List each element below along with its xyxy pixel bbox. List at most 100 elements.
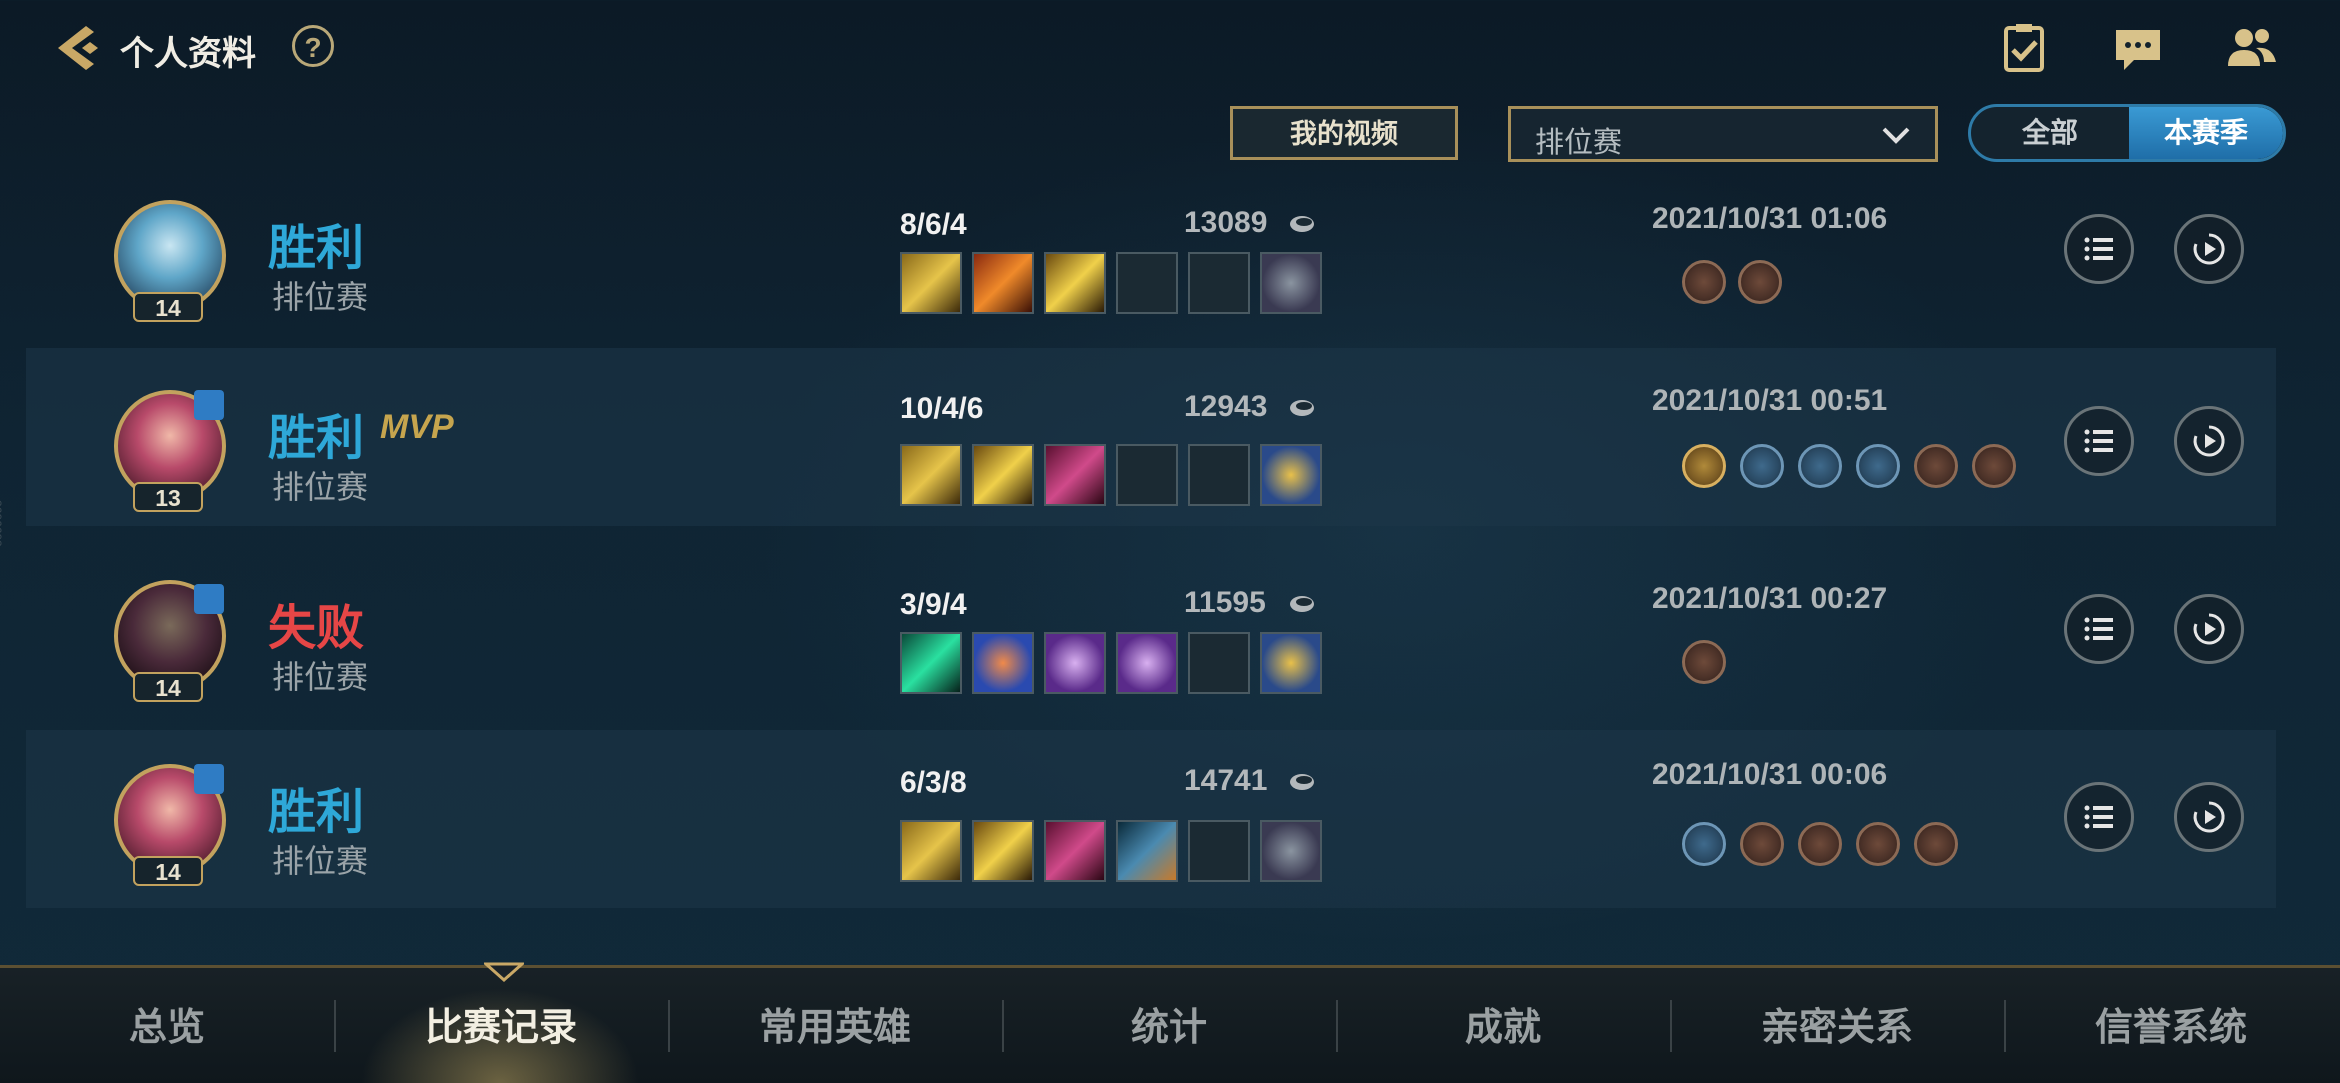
item-slot[interactable] — [1116, 820, 1178, 882]
chevron-down-icon — [1882, 127, 1910, 144]
empty-item-slot[interactable] — [1188, 252, 1250, 314]
item-slot[interactable] — [1044, 820, 1106, 882]
badge-icon[interactable] — [1798, 444, 1842, 488]
mode-select-value: 排位赛 — [1535, 127, 1623, 159]
replay-icon — [2193, 233, 2225, 265]
item-slot[interactable] — [972, 252, 1034, 314]
ward-item-slot[interactable] — [1260, 820, 1322, 882]
item-slot[interactable] — [972, 820, 1034, 882]
ward-item-slot[interactable] — [1260, 252, 1322, 314]
badge-icon[interactable] — [1682, 640, 1726, 684]
tab-divider — [2004, 1000, 2006, 1052]
tab-honor-system[interactable]: 信誉系统 — [2021, 996, 2321, 1056]
gold-amount: 14741 — [1184, 764, 1268, 797]
side-watermark: 3606603 — [0, 500, 4, 547]
tab-achievements[interactable]: 成就 — [1353, 996, 1653, 1056]
badge-icon[interactable] — [1856, 444, 1900, 488]
tab-overview[interactable]: 总览 — [17, 996, 317, 1056]
match-details-button[interactable] — [2064, 214, 2134, 284]
segment-this-season[interactable]: 本赛季 — [2129, 107, 2283, 159]
gold-amount: 11595 — [1184, 586, 1266, 619]
item-slot[interactable] — [900, 252, 962, 314]
badge-icon[interactable] — [1682, 260, 1726, 304]
tab-divider — [1336, 1000, 1338, 1052]
replay-icon — [2193, 613, 2225, 645]
match-details-button[interactable] — [2064, 406, 2134, 476]
replay-icon — [2193, 425, 2225, 457]
empty-item-slot[interactable] — [1116, 444, 1178, 506]
empty-item-slot[interactable] — [1188, 444, 1250, 506]
match-row[interactable]: 13 胜利 MVP 排位赛 10/4/6 12943 2021/10/31 00… — [26, 348, 2276, 526]
champion-level: 13 — [133, 482, 203, 512]
tab-statistics[interactable]: 统计 — [1019, 996, 1319, 1056]
match-details-button[interactable] — [2064, 782, 2134, 852]
item-slot[interactable] — [1044, 632, 1106, 694]
match-date: 2021/10/31 01:06 — [1652, 202, 1888, 235]
item-slot[interactable] — [900, 632, 962, 694]
match-row[interactable]: 14 胜利 排位赛 6/3/8 14741 2021/10/31 00:06 — [26, 730, 2276, 908]
top-bar: 个人资料 ? — [0, 0, 2340, 100]
match-details-button[interactable] — [2064, 594, 2134, 664]
chat-icon[interactable] — [2112, 22, 2164, 74]
item-slot[interactable] — [900, 444, 962, 506]
badge-icon[interactable] — [1738, 260, 1782, 304]
my-video-button[interactable]: 我的视频 — [1230, 106, 1458, 160]
party-icon — [194, 584, 224, 614]
mode-select[interactable]: 排位赛 — [1508, 106, 1938, 162]
match-date: 2021/10/31 00:27 — [1652, 582, 1888, 615]
badge-icon[interactable] — [1914, 822, 1958, 866]
kda: 6/3/8 — [900, 766, 967, 799]
replay-button[interactable] — [2174, 782, 2244, 852]
item-slot[interactable] — [972, 632, 1034, 694]
match-date: 2021/10/31 00:06 — [1652, 758, 1888, 791]
back-arrow-icon — [58, 26, 98, 70]
match-result: 胜利 — [268, 222, 365, 275]
page-title: 个人资料 — [120, 35, 256, 73]
match-mode: 排位赛 — [272, 659, 369, 695]
item-slot[interactable] — [1044, 444, 1106, 506]
trinket-item-slot[interactable] — [1260, 632, 1322, 694]
badge-icon[interactable] — [1972, 444, 2016, 488]
replay-button[interactable] — [2174, 406, 2244, 476]
tab-close-relations[interactable]: 亲密关系 — [1687, 996, 1987, 1056]
badge-icon[interactable] — [1856, 822, 1900, 866]
party-icon — [194, 764, 224, 794]
empty-item-slot[interactable] — [1116, 252, 1178, 314]
bottom-nav: 总览 比赛记录 常用英雄 统计 成就 亲密关系 信誉系统 — [0, 962, 2340, 1083]
gold-coin-icon — [1290, 774, 1314, 790]
badge-icon[interactable] — [1740, 444, 1784, 488]
badge-icon[interactable] — [1682, 444, 1726, 488]
match-result: 失败 — [268, 602, 365, 655]
match-mode: 排位赛 — [272, 843, 369, 879]
friends-icon[interactable] — [2226, 22, 2278, 74]
list-icon — [2084, 617, 2113, 641]
tab-divider — [668, 1000, 670, 1052]
empty-item-slot[interactable] — [1188, 632, 1250, 694]
help-icon[interactable]: ? — [292, 25, 334, 67]
badge-icon[interactable] — [1798, 822, 1842, 866]
item-slot[interactable] — [1116, 632, 1178, 694]
tab-match-history[interactable]: 比赛记录 — [351, 996, 651, 1056]
segment-all[interactable]: 全部 — [1971, 107, 2129, 159]
back-button[interactable] — [50, 20, 106, 76]
match-result: 胜利 — [268, 786, 365, 839]
badge-icon[interactable] — [1682, 822, 1726, 866]
gold-amount: 12943 — [1184, 390, 1268, 423]
badge-icon[interactable] — [1740, 822, 1784, 866]
tab-common-heroes[interactable]: 常用英雄 — [685, 996, 985, 1056]
tab-divider — [334, 1000, 336, 1052]
tab-divider — [1670, 1000, 1672, 1052]
replay-button[interactable] — [2174, 214, 2244, 284]
trinket-item-slot[interactable] — [1260, 444, 1322, 506]
item-slot[interactable] — [1044, 252, 1106, 314]
item-slot[interactable] — [972, 444, 1034, 506]
checklist-icon[interactable] — [1998, 22, 2050, 74]
empty-item-slot[interactable] — [1188, 820, 1250, 882]
item-slot[interactable] — [900, 820, 962, 882]
match-row[interactable]: 14 失败 排位赛 3/9/4 11595 2021/10/31 00:27 — [26, 576, 2276, 754]
list-icon — [2084, 429, 2113, 453]
replay-button[interactable] — [2174, 594, 2244, 664]
mvp-badge: MVP — [380, 408, 454, 446]
badge-icon[interactable] — [1914, 444, 1958, 488]
tab-divider — [1002, 1000, 1004, 1052]
